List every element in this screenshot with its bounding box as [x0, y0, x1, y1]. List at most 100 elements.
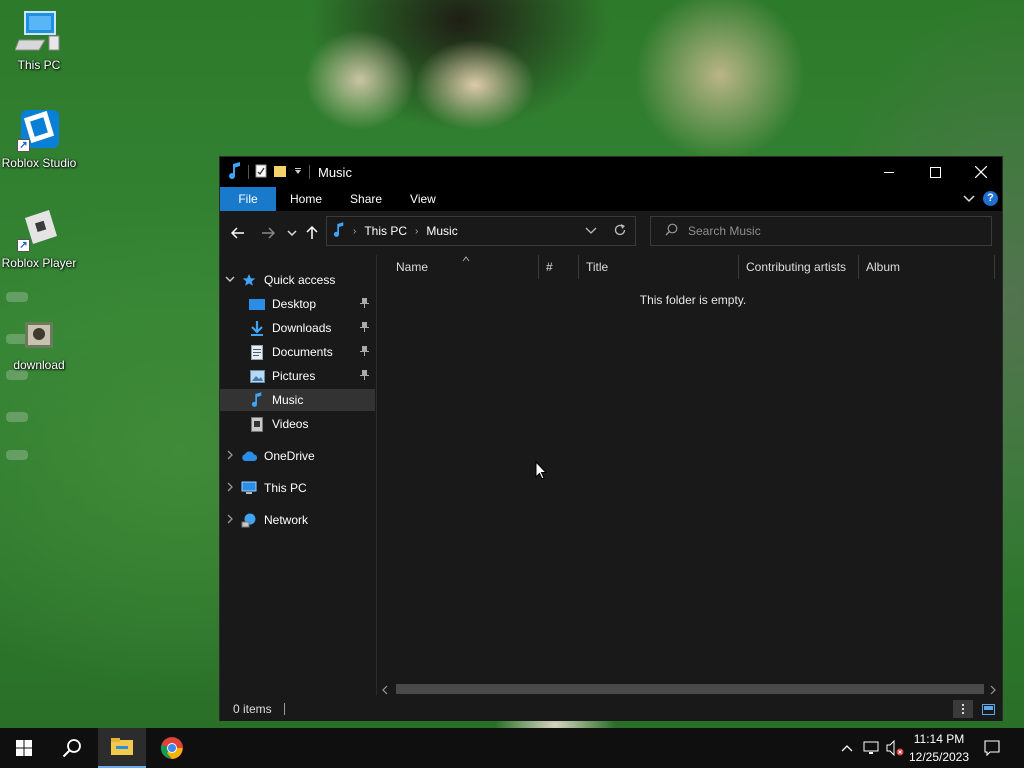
volume-button[interactable] [884, 728, 906, 768]
nav-quick-access[interactable]: Quick access [220, 269, 375, 291]
image-file-icon [15, 318, 63, 354]
nav-item-pictures[interactable]: Pictures [220, 365, 375, 387]
chevron-down-icon [585, 227, 597, 234]
nav-this-pc[interactable]: This PC [220, 477, 375, 499]
close-icon [975, 166, 987, 178]
computer-icon [240, 480, 258, 496]
maximize-icon [929, 166, 941, 178]
chevron-right-icon[interactable] [220, 514, 240, 527]
nav-item-label: Music [272, 393, 304, 407]
customize-toolbar-icon[interactable] [293, 165, 303, 179]
notifications-button[interactable] [980, 728, 1004, 768]
pictures-icon [248, 368, 266, 384]
tab-view[interactable]: View [396, 187, 450, 211]
nav-item-label: Quick access [264, 273, 336, 287]
show-hidden-icons-button[interactable] [838, 728, 856, 768]
nav-item-downloads[interactable]: Downloads [220, 317, 375, 339]
details-view-button[interactable] [953, 700, 973, 718]
column-header-title[interactable]: Title [578, 255, 738, 279]
close-button[interactable] [958, 157, 1004, 187]
maximize-button[interactable] [912, 157, 958, 187]
wallpaper-detail [6, 450, 28, 460]
scroll-right-icon[interactable] [990, 684, 996, 698]
new-folder-icon[interactable] [273, 164, 287, 181]
clock-date: 12/25/2023 [908, 750, 970, 764]
ribbon-tabs: File Home Share View ? [220, 187, 1002, 211]
scrollbar-thumb[interactable] [396, 684, 984, 694]
properties-icon[interactable] [255, 164, 267, 181]
taskbar-clock[interactable]: 11:14 PM 12/25/2023 [906, 730, 972, 766]
large-icons-view-button[interactable] [978, 700, 998, 718]
start-button[interactable] [0, 728, 48, 768]
nav-onedrive[interactable]: OneDrive [220, 445, 375, 467]
file-explorer-window: Music File Home Share View ? › This PC ›… [219, 156, 1003, 721]
desktop-icon-this-pc[interactable]: This PC [0, 8, 78, 72]
nav-item-music[interactable]: Music [220, 389, 375, 411]
up-button[interactable] [302, 223, 322, 243]
minimize-button[interactable] [866, 157, 912, 187]
expand-ribbon-icon[interactable] [963, 192, 975, 206]
breadcrumb-separator-icon[interactable]: › [353, 226, 356, 237]
ribbon-controls: ? [963, 191, 998, 206]
column-header-album[interactable]: Album [858, 255, 994, 279]
desktop-icon-roblox-studio[interactable]: ↗ Roblox Studio [0, 106, 78, 170]
toolbar-separator [309, 165, 310, 179]
help-icon[interactable]: ? [983, 191, 998, 206]
address-history-dropdown[interactable] [585, 225, 597, 239]
column-header-name[interactable]: Name [388, 255, 538, 279]
chevron-up-icon [841, 745, 853, 752]
search-input[interactable] [688, 224, 968, 238]
status-bar: 0 items [220, 697, 1002, 721]
chevron-right-icon[interactable] [220, 482, 240, 495]
chevron-down-icon[interactable] [220, 275, 240, 286]
chrome-icon [160, 737, 183, 759]
desktop-icon-download[interactable]: download [0, 318, 78, 372]
column-divider[interactable] [994, 255, 995, 279]
pin-icon[interactable] [360, 321, 369, 335]
nav-item-label: Pictures [272, 369, 316, 383]
toolbar-separator [248, 165, 249, 179]
title-bar[interactable]: Music [220, 157, 1002, 187]
horizontal-scrollbar[interactable] [378, 682, 1002, 696]
pin-icon[interactable] [360, 369, 369, 383]
taskbar-search-button[interactable] [48, 728, 96, 768]
nav-item-videos[interactable]: Videos [220, 413, 375, 435]
onedrive-cloud-icon [240, 448, 258, 464]
tab-file[interactable]: File [220, 187, 276, 211]
back-button[interactable] [228, 223, 248, 243]
taskbar-file-explorer[interactable] [98, 728, 146, 768]
pin-icon[interactable] [360, 345, 369, 359]
network-status-button[interactable] [860, 728, 882, 768]
chevron-right-icon[interactable] [220, 450, 240, 463]
network-wired-icon [863, 741, 879, 754]
taskbar-chrome[interactable] [148, 728, 196, 768]
navigation-pane: Quick access Desktop Downloads Documents… [220, 255, 377, 695]
breadcrumb-music[interactable]: Music [426, 224, 457, 238]
item-count: 0 items [233, 702, 272, 716]
tab-share[interactable]: Share [336, 187, 396, 211]
search-box[interactable] [650, 216, 992, 246]
up-arrow-icon [306, 226, 318, 239]
large-icons-view-icon [981, 703, 995, 715]
forward-button[interactable] [258, 223, 278, 243]
column-header-number[interactable]: # [538, 255, 578, 279]
nav-item-documents[interactable]: Documents [220, 341, 375, 363]
nav-network[interactable]: Network [220, 509, 375, 531]
recent-locations-button[interactable] [282, 223, 302, 243]
refresh-button[interactable] [613, 223, 627, 240]
wallpaper-detail [6, 292, 28, 302]
start-icon [16, 740, 32, 756]
nav-item-desktop[interactable]: Desktop [220, 293, 375, 315]
breadcrumb-separator-icon[interactable]: › [415, 226, 418, 237]
pin-icon[interactable] [360, 297, 369, 311]
nav-item-label: Documents [272, 345, 333, 359]
breadcrumb-this-pc[interactable]: This PC [364, 224, 407, 238]
file-list-pane[interactable]: Name # Title Contributing artists Album … [378, 255, 1002, 695]
tab-home[interactable]: Home [276, 187, 336, 211]
notification-icon [984, 740, 1000, 756]
desktop-icon-roblox-player[interactable]: ↗ Roblox Player [0, 206, 78, 270]
address-bar[interactable]: › This PC › Music [326, 216, 636, 246]
quick-access-toolbar [220, 161, 310, 183]
scroll-left-icon[interactable] [382, 684, 388, 698]
column-header-contributing-artists[interactable]: Contributing artists [738, 255, 858, 279]
